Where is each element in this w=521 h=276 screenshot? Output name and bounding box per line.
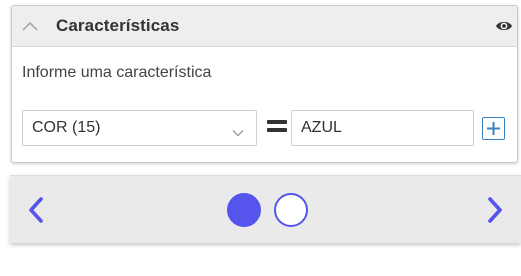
characteristics-panel: Características Informe uma característi… [11,5,518,163]
equals-icon [267,117,287,137]
select-value: COR (15) [32,119,101,136]
chevron-down-icon [232,124,244,137]
chevron-left-icon[interactable] [28,197,44,223]
chevron-right-icon[interactable] [487,197,503,223]
characteristic-value-input[interactable] [291,110,474,146]
characteristic-prompt-label: Informe uma característica [22,64,212,81]
panel-title: Características [56,16,180,35]
plus-icon [487,122,500,135]
characteristic-select[interactable]: COR (15) [22,110,257,146]
panel-header: Características [12,6,517,47]
chevron-up-icon[interactable] [21,19,39,33]
eye-icon[interactable] [495,19,513,33]
page-dot-2[interactable] [274,193,308,227]
page-dot-1-active[interactable] [227,193,261,227]
add-button[interactable] [482,117,505,140]
carousel-navigation [10,175,521,243]
